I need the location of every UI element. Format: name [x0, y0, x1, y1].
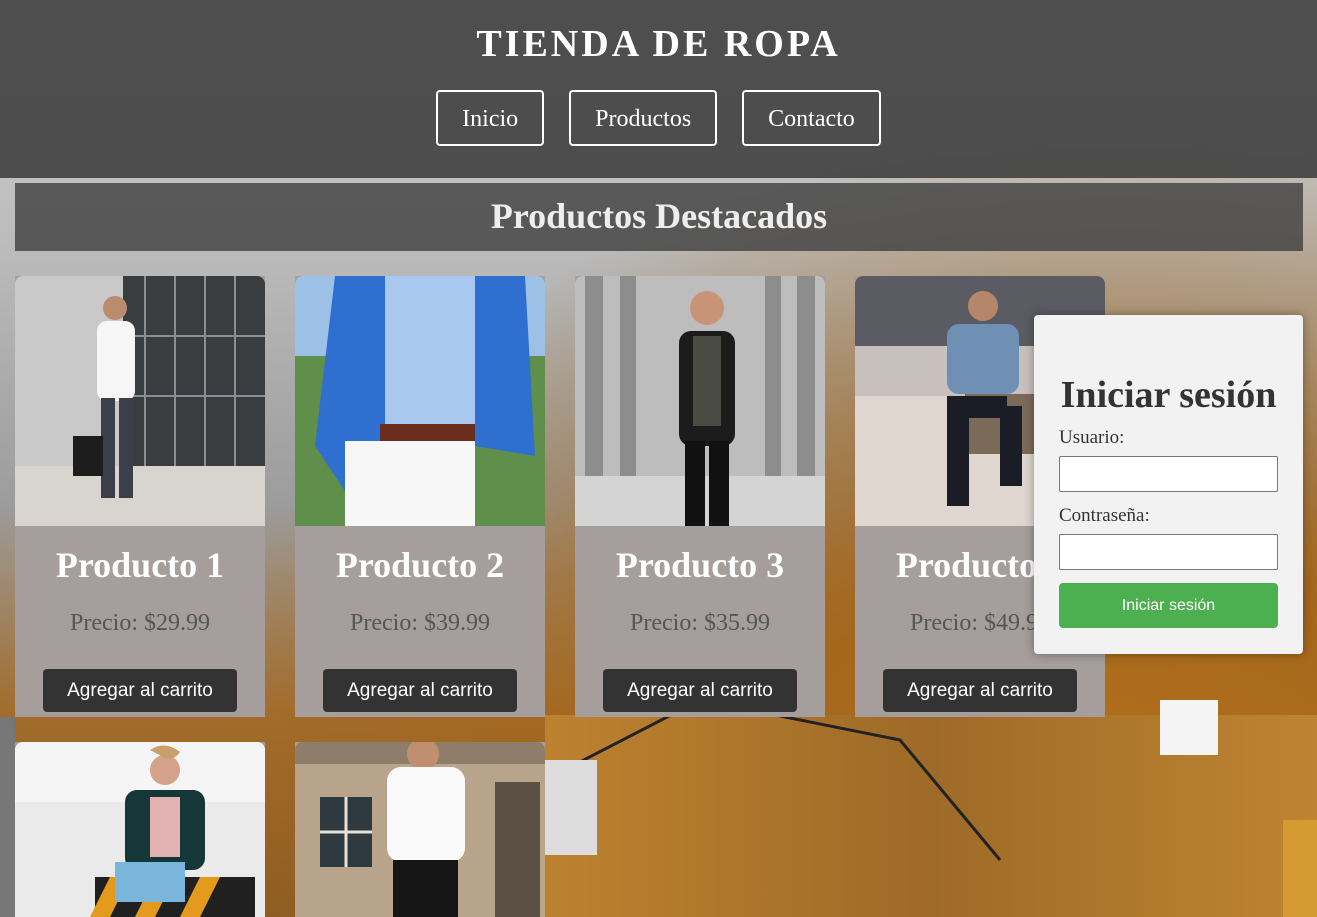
product-name: Producto 3	[615, 545, 785, 585]
add-to-cart-button[interactable]: Agregar al carrito	[43, 669, 237, 712]
login-button[interactable]: Iniciar sesión	[1059, 583, 1278, 628]
password-label: Contraseña:	[1059, 505, 1150, 526]
product-card	[295, 742, 545, 917]
product-card: Producto 1 Precio: $29.99 Agregar al car…	[15, 276, 265, 717]
username-label: Usuario:	[1059, 427, 1125, 448]
product-price: Precio: $35.99	[630, 610, 770, 636]
product-card: Producto 3 Precio: $35.99 Agregar al car…	[575, 276, 825, 717]
main-nav: Inicio Productos Contacto	[0, 90, 1317, 146]
product-price: Precio: $39.99	[350, 610, 490, 636]
username-input[interactable]	[1059, 456, 1278, 492]
product-name: Producto 1	[55, 545, 225, 585]
section-title: Productos Destacados	[15, 183, 1303, 251]
nav-productos[interactable]: Productos	[569, 90, 718, 146]
product-image	[295, 276, 545, 526]
add-to-cart-button[interactable]: Agregar al carrito	[323, 669, 517, 712]
add-to-cart-button[interactable]: Agregar al carrito	[883, 669, 1077, 712]
password-input[interactable]	[1059, 534, 1278, 570]
site-title: TIENDA DE ROPA	[476, 23, 841, 65]
product-image	[295, 742, 545, 917]
product-card: Producto 2 Precio: $39.99 Agregar al car…	[295, 276, 545, 717]
product-price: Precio: $29.99	[70, 610, 210, 636]
product-name: Producto 2	[335, 545, 505, 585]
nav-contacto[interactable]: Contacto	[742, 90, 881, 146]
login-panel: Iniciar sesión Usuario: Contraseña: Inic…	[1034, 315, 1303, 654]
product-image	[15, 276, 265, 526]
product-image	[15, 742, 265, 917]
nav-inicio[interactable]: Inicio	[436, 90, 545, 146]
site-header: TIENDA DE ROPA Inicio Productos Contacto	[0, 0, 1317, 178]
add-to-cart-button[interactable]: Agregar al carrito	[603, 669, 797, 712]
product-card	[15, 742, 265, 917]
product-image	[575, 276, 825, 526]
login-title: Iniciar sesión	[1060, 374, 1277, 416]
